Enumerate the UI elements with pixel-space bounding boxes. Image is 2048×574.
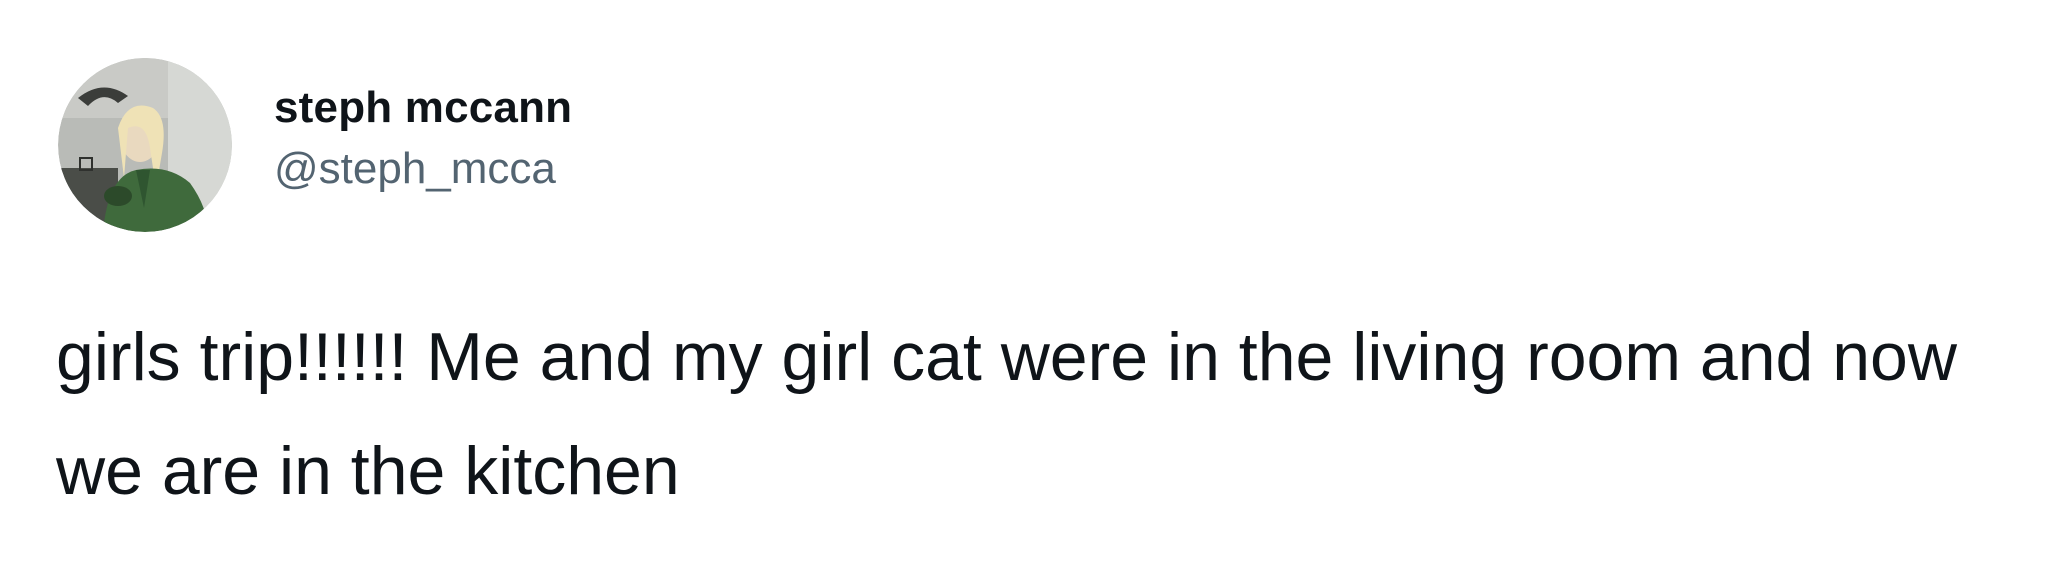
- author-display-name[interactable]: steph mccann: [274, 81, 572, 135]
- author-handle[interactable]: @steph_mcca: [274, 141, 572, 197]
- tweet-text: girls trip!!!!!! Me and my girl cat were…: [56, 319, 1957, 509]
- avatar[interactable]: [58, 58, 232, 232]
- tweet-header: steph mccann @steph_mcca: [58, 58, 572, 232]
- author-info: steph mccann @steph_mcca: [274, 81, 572, 197]
- tweet-card: steph mccann @steph_mcca girls trip!!!!!…: [0, 0, 2048, 574]
